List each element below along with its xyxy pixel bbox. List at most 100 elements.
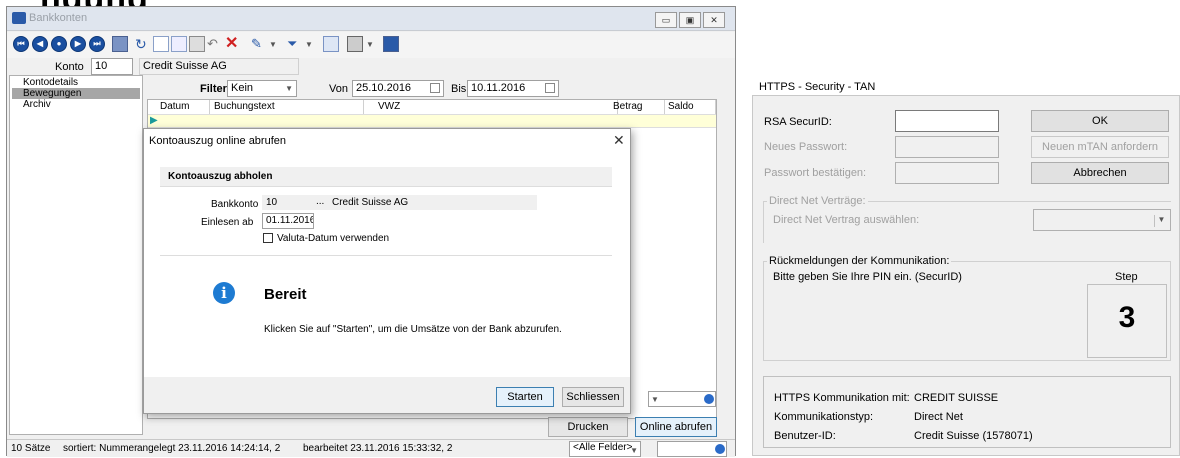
refresh-icon[interactable]: ↻ [135,36,151,52]
fields-value: <Alle Felder> [573,442,633,453]
chevron-down-icon[interactable]: ▼ [305,40,313,49]
col-datum[interactable]: Datum [160,100,210,114]
chevron-down-icon: ▼ [651,395,659,404]
table-row[interactable]: ▶ [148,114,716,128]
section-header: Kontoauszug abholen [160,167,612,187]
close-icon[interactable]: ✕ [613,132,625,149]
bankkonto-row: 10 ... Credit Suisse AG [262,195,537,210]
calendar-icon[interactable] [430,83,440,93]
ok-button[interactable]: OK [1031,110,1169,132]
export-icon[interactable] [383,36,399,52]
window-title: Bankkonten [29,12,88,24]
rueckmeldung-text: Bitte geben Sie Ihre PIN ein. (SecurID) [773,271,962,283]
abbrechen-button[interactable]: Abbrechen [1031,162,1169,184]
status-created: angelegt 23.11.2016 14:24:14, 2 [137,443,281,454]
konto-input[interactable]: 10 [91,58,133,75]
new-icon[interactable] [153,36,169,52]
filter-icon[interactable]: ⏷ [287,36,303,52]
dialog-button-bar: Starten Schliessen [144,377,630,413]
col-betrag[interactable]: Betrag [613,100,665,114]
pencil-icon[interactable]: ✎ [251,36,267,52]
tan-panel-title: HTTPS - Security - TAN [759,81,876,93]
info-icon: i [213,282,235,304]
komm-value: CREDIT SUISSE [914,392,999,404]
status-title: Bereit [264,286,307,303]
fields-select[interactable]: <Alle Felder> ▼ [569,441,641,457]
filter-select[interactable]: Kein ▼ [227,80,297,97]
copy-icon[interactable] [171,36,187,52]
info-box: HTTPS Kommunikation mit: CREDIT SUISSE K… [763,376,1171,448]
einlesen-date-input[interactable]: 01.11.2016 [262,213,314,229]
chevron-down-icon[interactable]: ▼ [366,40,374,49]
vertrag-select[interactable]: ▼ [1033,209,1171,231]
row-pointer-icon: ▶ [150,115,158,126]
divider [160,255,612,256]
kontoauszug-dialog: Kontoauszug online abrufen ✕ Kontoauszug… [143,128,631,414]
col-buchungstext[interactable]: Buchungstext [214,100,364,114]
chevron-down-icon[interactable]: ▼ [269,40,277,49]
sidebar-item-archiv[interactable]: Archiv [12,99,140,110]
sidebar-item-bewegungen[interactable]: Bewegungen [12,88,140,99]
grid-select[interactable]: ▼ [648,391,716,407]
delete-icon[interactable]: ✕ [225,36,241,52]
first-record-icon[interactable]: ⏮ [13,36,29,52]
close-window-button[interactable]: ✕ [703,12,725,28]
neues-passwort-input[interactable] [895,136,999,158]
search-dot-icon [715,444,725,454]
benutzer-label: Benutzer-ID: [774,430,836,442]
last-record-icon[interactable]: ⏭ [89,36,105,52]
bank-icon [12,12,26,24]
typ-value: Direct Net [914,411,963,423]
status-count: 10 Sätze [11,443,51,454]
sidebar: Kontodetails Bewegungen Archiv [9,75,143,435]
von-value: 25.10.2016 [356,82,412,94]
bankkonto-label: Bankkonto [211,199,259,210]
table-view-icon[interactable] [112,36,128,52]
online-abrufen-button[interactable]: Online abrufen [635,417,717,437]
toolbar: ⏮ ◀ ● ▶ ⏭ ↻ ↶ ✕ ✎ ▼ ⏷ ▼ ▼ [7,32,735,58]
next-record-icon[interactable]: ▶ [70,36,86,52]
starten-button[interactable]: Starten [496,387,554,407]
konto-name-field: Credit Suisse AG [139,58,299,75]
von-date-input[interactable]: 25.10.2016 [352,80,444,97]
bis-label: Bis [451,83,467,95]
einlesen-label: Einlesen ab [201,217,254,228]
filter-value: Kein [231,82,254,94]
rsa-input[interactable] [895,110,999,132]
chevron-down-icon: ▼ [285,84,293,93]
chevron-down-icon: ▼ [1154,215,1168,227]
col-saldo[interactable]: Saldo [668,100,716,114]
step-label: Step [1115,271,1138,283]
neues-passwort-label: Neues Passwort: [764,141,848,153]
rsa-label: RSA SecurID: [764,116,832,128]
step-value: 3 [1118,301,1136,334]
record-icon[interactable]: ● [51,36,67,52]
typ-label: Kommunikationstyp: [774,411,874,423]
passwort-bestaetigen-input[interactable] [895,162,999,184]
benutzer-value: Credit Suisse (1578071) [914,430,1033,442]
print-icon[interactable] [347,36,363,52]
valuta-checkbox[interactable] [263,233,273,243]
mtan-button[interactable]: Neuen mTAN anfordern [1031,136,1169,158]
status-sort: sortiert: Nummer [63,443,138,454]
status-search-input[interactable] [657,441,727,457]
col-vwz[interactable]: VWZ [368,100,618,114]
schliessen-button[interactable]: Schliessen [562,387,624,407]
prev-record-icon[interactable]: ◀ [32,36,48,52]
maximize-button[interactable]: ▣ [679,12,701,28]
step-box: 3 [1087,284,1167,358]
bankkonto-value[interactable]: 10 [266,197,277,208]
status-bar: 10 Sätze sortiert: Nummer angelegt 23.11… [7,439,735,457]
undo-icon[interactable]: ↶ [207,36,223,52]
sidebar-item-kontodetails[interactable]: Kontodetails [12,77,140,88]
konto-label: Konto [55,61,84,73]
drucken-button[interactable]: Drucken [548,417,628,437]
save-icon[interactable] [189,36,205,52]
section-title: Kontoauszug abholen [168,171,273,182]
bankkonto-picker-button[interactable]: ... [316,196,324,207]
calendar-icon[interactable] [545,83,555,93]
report-icon[interactable] [323,36,339,52]
valuta-label: Valuta-Datum verwenden [277,233,390,244]
bis-date-input[interactable]: 10.11.2016 [467,80,559,97]
minimize-button[interactable]: ▭ [655,12,677,28]
